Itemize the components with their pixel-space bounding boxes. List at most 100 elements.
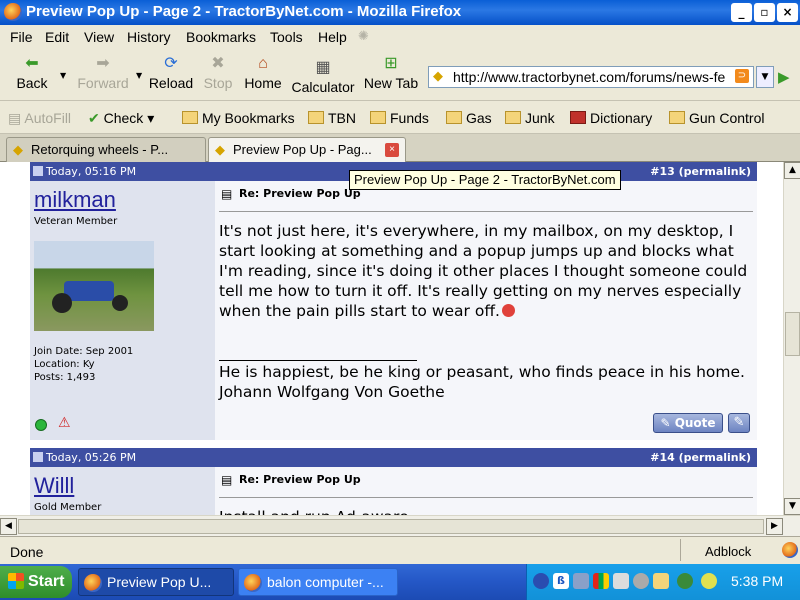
post-body: ▤ Re: Preview Pop Up It's not just here,… bbox=[215, 181, 757, 440]
close-button[interactable]: × bbox=[777, 3, 798, 22]
bookmark-gas[interactable]: Gas bbox=[446, 110, 492, 126]
vertical-scrollbar[interactable]: ▲ ▼ bbox=[783, 162, 800, 515]
calculator-button[interactable]: ▦ Calculator bbox=[290, 49, 356, 101]
horizontal-scroll-thumb[interactable] bbox=[18, 519, 764, 534]
tab-retorquing-wheels[interactable]: ◆ Retorquing wheels - P... bbox=[6, 137, 206, 162]
minimize-button[interactable]: _ bbox=[731, 3, 752, 22]
url-dropdown-button[interactable]: ▼ bbox=[756, 66, 774, 88]
disk-tray-icon[interactable] bbox=[613, 573, 629, 589]
firefox-icon bbox=[4, 3, 22, 21]
permalink-link[interactable]: permalink bbox=[684, 165, 746, 178]
system-tray: ß 5:38 PM bbox=[526, 564, 800, 600]
user-rank: Veteran Member bbox=[34, 216, 118, 227]
tractor-shape bbox=[64, 281, 114, 301]
messenger-tray-icon[interactable] bbox=[533, 573, 549, 589]
tractor-wheel bbox=[112, 295, 128, 311]
scroll-up-button[interactable]: ▲ bbox=[784, 162, 800, 179]
tooltip: Preview Pop Up - Page 2 - TractorByNet.c… bbox=[349, 170, 621, 190]
bookmark-junk[interactable]: Junk bbox=[505, 110, 555, 126]
taskbar: Start Preview Pop U... balon computer -.… bbox=[0, 564, 800, 600]
start-button[interactable]: Start bbox=[0, 566, 72, 598]
permalink-link[interactable]: permalink bbox=[684, 451, 746, 464]
security-tray-icon[interactable] bbox=[653, 573, 669, 589]
username-link[interactable]: Willl bbox=[34, 473, 74, 499]
bluetooth-tray-icon[interactable]: ß bbox=[553, 573, 569, 589]
calculator-icon: ▦ bbox=[315, 59, 331, 76]
throbber-icon: ✺ bbox=[358, 29, 369, 44]
menu-history[interactable]: History bbox=[127, 29, 171, 45]
post-signature: He is happiest, be he king or peasant, w… bbox=[219, 363, 745, 401]
url-bar[interactable]: ◆ http://www.tractorbynet.com/forums/new… bbox=[428, 66, 754, 88]
quote-button[interactable]: ✎ Quote bbox=[653, 413, 723, 433]
clock-tray-icon[interactable] bbox=[633, 573, 649, 589]
bookmarks-toolbar: ▤ AutoFill ✔ Check ▾ My Bookmarks TBN Fu… bbox=[0, 104, 800, 134]
user-info-panel: Willl Gold Member bbox=[30, 467, 215, 515]
pencil-icon: ✎ bbox=[660, 416, 671, 430]
clock: 5:38 PM bbox=[731, 573, 784, 589]
reload-button[interactable]: ⟳ Reload bbox=[146, 49, 196, 101]
scroll-left-button[interactable]: ◀ bbox=[0, 518, 17, 535]
site-icon: ◆ bbox=[13, 142, 23, 157]
forward-button[interactable]: ➡ Forward bbox=[70, 49, 136, 101]
go-button[interactable]: ▶ bbox=[778, 68, 790, 86]
post-title: Re: Preview Pop Up bbox=[239, 473, 361, 486]
menu-file[interactable]: File bbox=[10, 29, 33, 45]
user-stats: Join Date: Sep 2001 Location: Ky Posts: … bbox=[34, 345, 133, 384]
post-number-link[interactable]: #14 bbox=[650, 451, 675, 464]
forward-arrow-icon: ➡ bbox=[96, 55, 110, 72]
taskbar-item-firefox-balon[interactable]: balon computer -... bbox=[238, 568, 398, 596]
site-icon: ◆ bbox=[215, 142, 225, 157]
maximize-button[interactable]: ▫ bbox=[754, 3, 775, 22]
stop-button[interactable]: ✖ Stop bbox=[200, 49, 236, 101]
tab-preview-pop-up[interactable]: ◆ Preview Pop Up - Pag... × bbox=[208, 137, 406, 162]
close-tab-icon[interactable]: × bbox=[385, 143, 399, 157]
network-tray-icon[interactable] bbox=[573, 573, 589, 589]
report-post-icon[interactable]: ⚠ bbox=[58, 415, 71, 431]
edit-post-icon[interactable]: ✎ bbox=[728, 413, 750, 433]
menu-bookmarks[interactable]: Bookmarks bbox=[186, 29, 256, 45]
angry-smiley-icon bbox=[501, 304, 515, 317]
home-button[interactable]: ⌂ Home bbox=[240, 49, 286, 101]
post-icon bbox=[33, 166, 43, 176]
signature-divider bbox=[219, 360, 417, 361]
folder-icon bbox=[669, 111, 685, 124]
bookmark-gun-control[interactable]: Gun Control bbox=[669, 110, 764, 126]
back-button[interactable]: ⬅ Back bbox=[8, 49, 56, 101]
post-text: Install and run Ad-aware bbox=[219, 507, 753, 515]
post-header: Today, 05:26 PM #14 (permalink) bbox=[30, 448, 757, 467]
user-info-panel: milkman Veteran Member Join Date: Sep 20… bbox=[30, 181, 215, 440]
spell-check-button[interactable]: ✔ Check ▾ bbox=[88, 110, 154, 127]
rss-feed-icon[interactable]: ⊃ bbox=[735, 69, 749, 83]
post-count: Posts: 1,493 bbox=[34, 372, 96, 383]
bookmark-tbn[interactable]: TBN bbox=[308, 110, 356, 126]
post-text: It's not just here, it's everywhere, in … bbox=[219, 222, 748, 320]
update-tray-icon[interactable] bbox=[677, 573, 693, 589]
scroll-thumb[interactable] bbox=[785, 312, 800, 356]
bookmark-dictionary[interactable]: Dictionary bbox=[570, 110, 652, 126]
forward-dropdown-icon[interactable]: ▼ bbox=[136, 71, 142, 80]
windows-logo-icon bbox=[8, 573, 24, 589]
post-number-link[interactable]: #13 bbox=[650, 165, 675, 178]
autofill-button[interactable]: ▤ AutoFill bbox=[8, 110, 71, 127]
menu-view[interactable]: View bbox=[84, 29, 114, 45]
bookmark-funds[interactable]: Funds bbox=[370, 110, 429, 126]
menu-help[interactable]: Help bbox=[318, 29, 347, 45]
adobe-tray-icon[interactable] bbox=[593, 573, 609, 589]
menu-edit[interactable]: Edit bbox=[45, 29, 69, 45]
adblock-status[interactable]: Adblock bbox=[680, 539, 776, 561]
firefox-status-icon[interactable] bbox=[782, 542, 798, 558]
scroll-down-button[interactable]: ▼ bbox=[784, 498, 800, 515]
horizontal-scrollbar[interactable]: ◀ ▶ bbox=[0, 515, 800, 536]
home-icon: ⌂ bbox=[258, 55, 268, 72]
back-dropdown-icon[interactable]: ▼ bbox=[60, 71, 66, 80]
new-tab-button[interactable]: ⊞ New Tab bbox=[360, 49, 422, 101]
username-link[interactable]: milkman bbox=[34, 187, 116, 213]
menu-tools[interactable]: Tools bbox=[270, 29, 303, 45]
taskbar-item-firefox-preview[interactable]: Preview Pop U... bbox=[78, 568, 234, 596]
scroll-right-button[interactable]: ▶ bbox=[766, 518, 783, 535]
bookmark-my-bookmarks[interactable]: My Bookmarks bbox=[182, 110, 295, 126]
document-icon: ▤ bbox=[221, 473, 233, 487]
user-rank: Gold Member bbox=[34, 502, 102, 513]
user-tray-icon[interactable] bbox=[701, 573, 717, 589]
location: Location: Ky bbox=[34, 359, 95, 370]
